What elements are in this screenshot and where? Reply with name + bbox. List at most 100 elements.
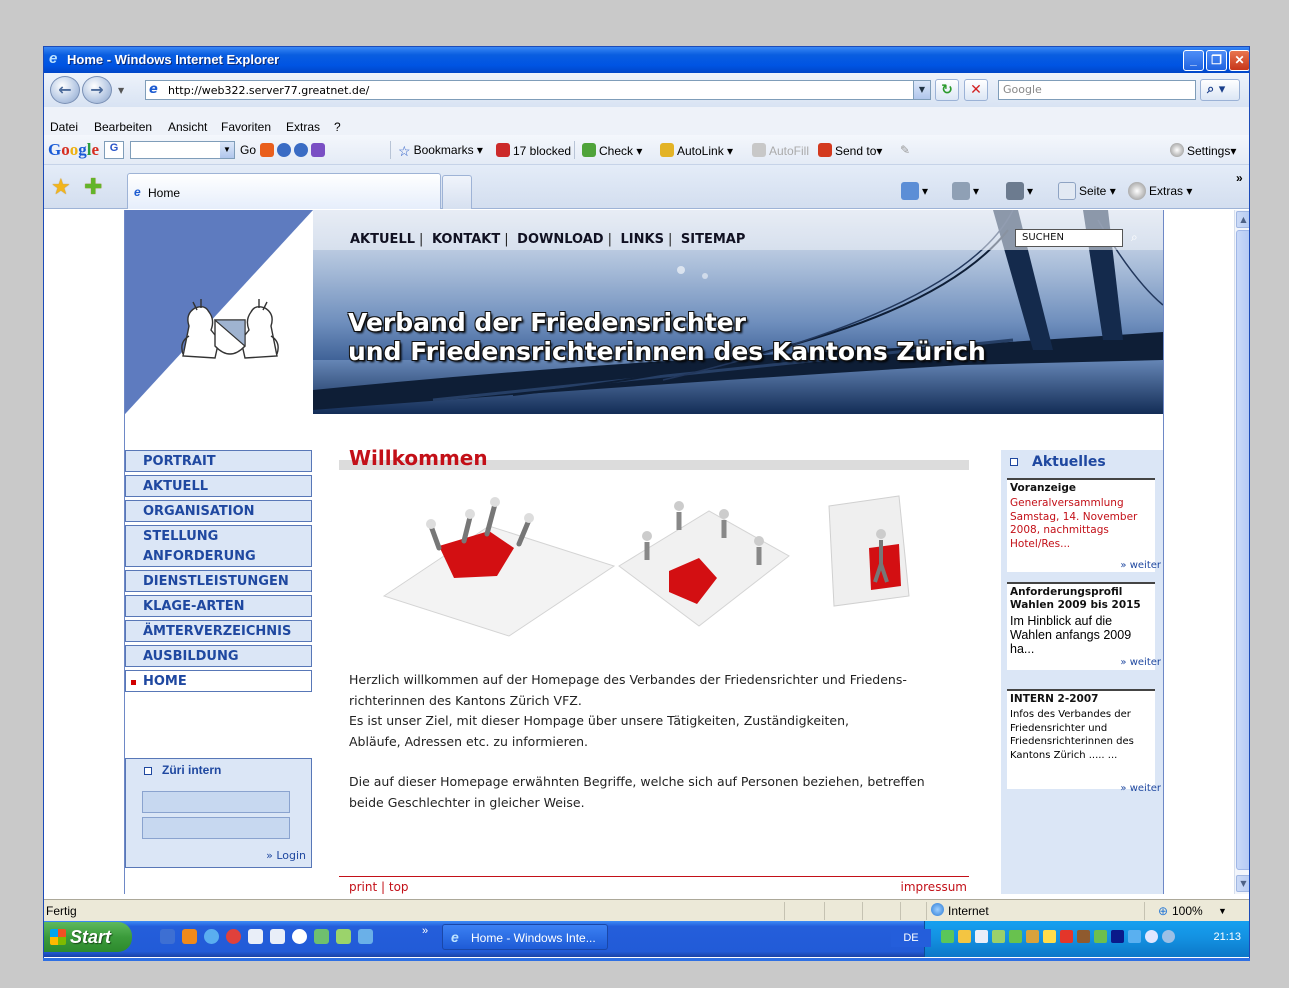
tray-icon[interactable] [1145,930,1158,943]
menu-help[interactable]: ? [334,120,341,134]
quicklaunch-icon[interactable] [358,929,373,944]
chevron-overflow-icon[interactable]: » [1236,171,1243,185]
quicklaunch-icon[interactable] [226,929,241,944]
news-item[interactable]: INTERN 2-2007 Infos des Verbandes der Fr… [1007,689,1161,794]
bookmarks-button[interactable]: ☆ Bookmarks ▾ [398,143,483,159]
nav-ausbildung[interactable]: AUSBILDUNG [125,645,312,667]
popup-blocker-button[interactable]: 17 blocked [496,143,571,158]
nav-stellung[interactable]: STELLUNG [125,525,312,546]
pencil-icon[interactable]: ✎ [900,143,910,157]
topnav-aktuell[interactable]: AKTUELL [350,232,415,247]
print-button[interactable]: ▾ [1006,182,1033,200]
search-input[interactable]: Google [998,80,1196,100]
news-more-link[interactable]: » weiter [1120,657,1161,668]
search-icon[interactable]: ⌕ [1131,230,1138,245]
topnav-sitemap[interactable]: SITEMAP [681,232,745,247]
quicklaunch-ie-icon[interactable] [204,929,219,944]
menu-bearbeiten[interactable]: Bearbeiten [94,120,152,134]
menu-favoriten[interactable]: Favoriten [221,120,271,134]
scroll-thumb[interactable] [1236,230,1249,870]
quicklaunch-overflow-icon[interactable]: » [422,925,428,937]
pagerank-icon[interactable] [260,143,274,157]
forward-button[interactable]: → [82,76,112,104]
quicklaunch-word-icon[interactable] [248,929,263,944]
scroll-up-icon[interactable]: ▲ [1236,211,1249,228]
search-engine-select[interactable]: G [104,141,124,159]
quicklaunch-icon[interactable] [336,929,351,944]
nav-amterverzeichnis[interactable]: ÄMTERVERZEICHNIS [125,620,312,642]
favorites-star-icon[interactable]: ★ [51,174,71,200]
nav-organisation[interactable]: ORGANISATION [125,500,312,522]
maximize-button[interactable]: ❐ [1206,50,1227,71]
highlight-icon[interactable] [311,143,325,157]
new-tab-button[interactable] [442,175,472,209]
zoom-level[interactable]: 100% [1172,904,1203,918]
stop-button[interactable]: ✕ [964,79,988,101]
tray-icon[interactable] [1009,930,1022,943]
search-button[interactable]: ⌕ ▾ [1200,79,1240,101]
minimize-button[interactable]: _ [1183,50,1204,71]
quicklaunch-icon[interactable] [314,929,329,944]
send-to-button[interactable]: Send to▾ [818,143,882,158]
tray-icon[interactable] [1026,930,1039,943]
menu-ansicht[interactable]: Ansicht [168,120,207,134]
site-search-input[interactable]: SUCHEN [1015,229,1123,247]
language-indicator[interactable]: DE [891,929,931,947]
tray-icon[interactable] [958,930,971,943]
impressum-link[interactable]: impressum [901,880,968,894]
autofill-button[interactable]: AutoFill [752,143,809,158]
quicklaunch-word-icon[interactable] [270,929,285,944]
login-link[interactable]: » Login [266,849,306,862]
feeds-button[interactable]: ▾ [952,182,979,200]
settings-button[interactable]: Settings▾ [1170,143,1236,158]
nav-home[interactable]: HOME [125,670,312,692]
google-search-input[interactable]: ▼ [130,141,235,159]
password-field[interactable] [142,817,290,839]
news-item[interactable]: Anforderungsprofil Wahlen 2009 bis 2015 … [1007,582,1161,670]
tools-menu-button[interactable]: Extras ▾ [1128,182,1192,200]
add-favorites-icon[interactable]: ✚ [84,174,102,200]
toolbar-icons[interactable] [260,143,328,158]
tray-icon[interactable] [1094,930,1107,943]
nav-dienstleistungen[interactable]: DIENSTLEISTUNGEN [125,570,312,592]
tab-home[interactable]: e Home [127,173,441,209]
menu-extras[interactable]: Extras [286,120,320,134]
username-field[interactable] [142,791,290,813]
tray-icon[interactable] [1060,930,1073,943]
news-more-link[interactable]: » weiter [1120,783,1161,794]
page-menu-button[interactable]: Seite ▾ [1058,182,1116,200]
address-field[interactable]: e http://web322.server77.greatnet.de/ ▼ [145,80,931,100]
quicklaunch-icon[interactable] [292,929,307,944]
tray-icon[interactable] [1077,930,1090,943]
go-button[interactable]: Go [240,143,256,157]
address-dropdown-icon[interactable]: ▼ [913,81,930,99]
nav-anforderung[interactable]: ANFORDERUNG [125,546,312,567]
print-top-links[interactable]: print | top [349,880,409,894]
tray-icon[interactable] [941,930,954,943]
autolink-button[interactable]: AutoLink ▾ [660,143,733,158]
news-icon[interactable] [277,143,291,157]
history-dropdown-icon[interactable]: ▼ [118,86,124,95]
tray-icon[interactable] [1128,930,1141,943]
topnav-kontakt[interactable]: KONTAKT [432,232,500,247]
nav-portrait[interactable]: PORTRAIT [125,450,312,472]
tray-icon[interactable] [975,930,988,943]
zoom-dropdown-icon[interactable]: ▼ [1218,906,1227,916]
tray-icon[interactable] [1162,930,1175,943]
chevron-down-icon[interactable]: ▼ [220,142,234,158]
topnav-links[interactable]: LINKS [621,232,664,247]
nav-klage-arten[interactable]: KLAGE-ARTEN [125,595,312,617]
tray-icon[interactable] [1111,930,1124,943]
scroll-down-icon[interactable]: ▼ [1236,875,1249,892]
news-more-link[interactable]: » weiter [1120,560,1161,571]
nav-aktuell[interactable]: AKTUELL [125,475,312,497]
quicklaunch-icon[interactable] [160,929,175,944]
taskbar-ie-window[interactable]: e Home - Windows Inte... [442,924,608,950]
menu-datei[interactable]: Datei [50,120,78,134]
quicklaunch-icon[interactable] [182,929,197,944]
tray-icon[interactable] [1043,930,1056,943]
topnav-download[interactable]: DOWNLOAD [517,232,603,247]
home-button[interactable]: ▾ [901,182,928,200]
tray-icon[interactable] [992,930,1005,943]
start-button[interactable]: Start [44,922,132,952]
